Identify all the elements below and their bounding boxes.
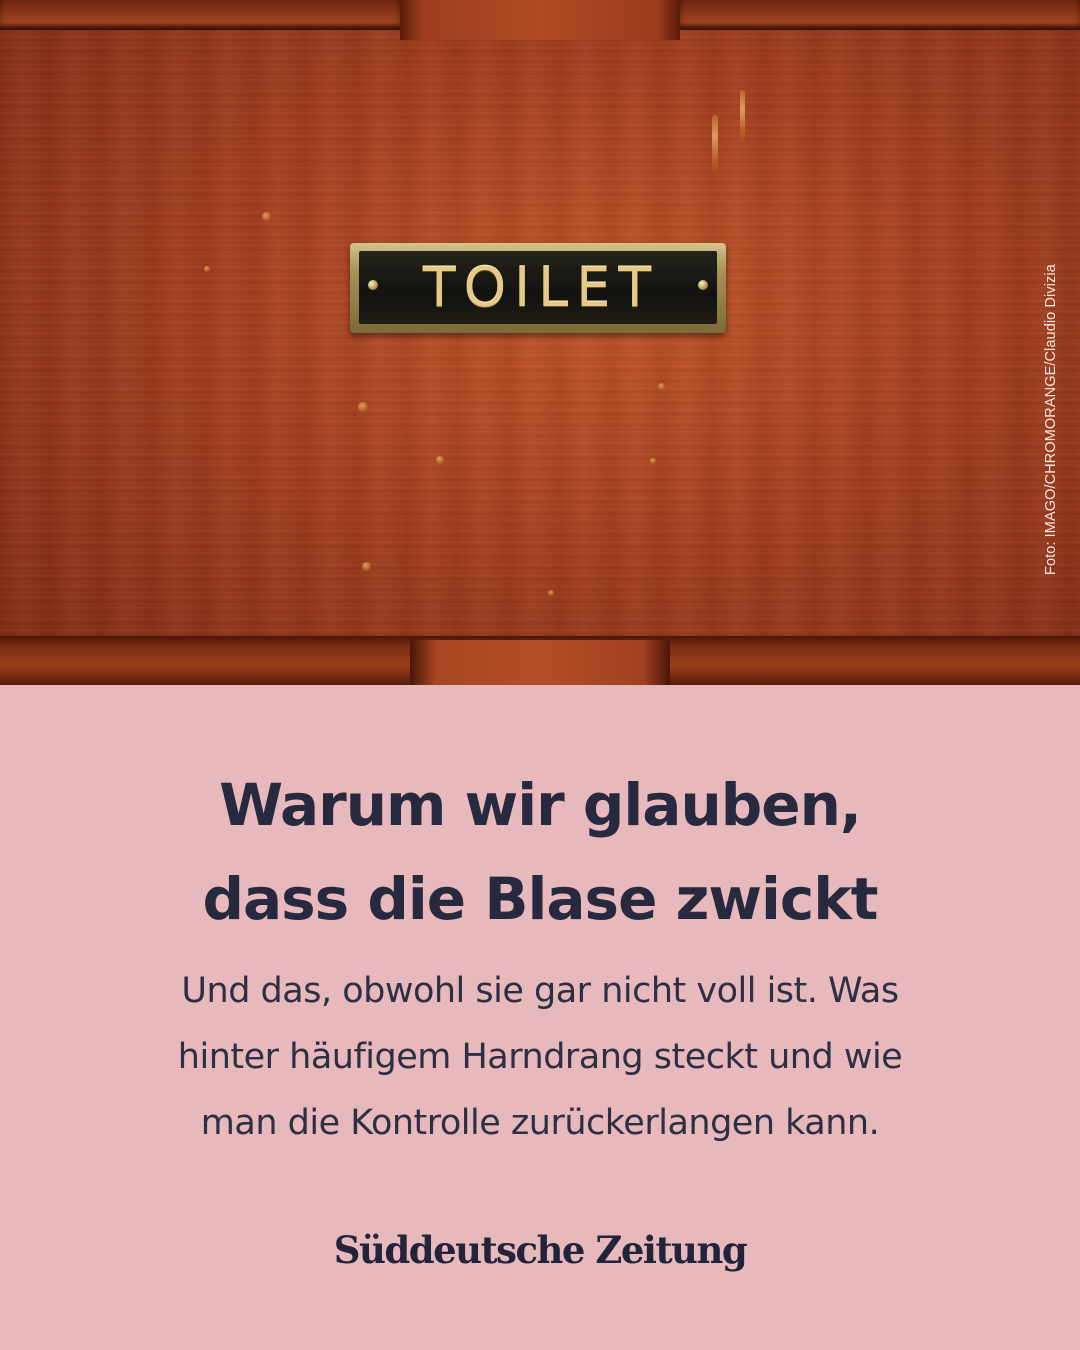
paint-spot xyxy=(204,266,210,272)
paint-spot xyxy=(262,212,271,221)
door-stile-bottom xyxy=(410,640,670,685)
door-panel-top-left xyxy=(0,0,400,30)
paint-spot xyxy=(650,458,656,464)
paint-spot xyxy=(658,383,665,390)
subheadline-line-3: man die Kontrolle zurückerlangen kann. xyxy=(200,1103,880,1143)
headline: Warum wir glauben, dass die Blase zwickt xyxy=(0,758,1080,946)
screw-left xyxy=(368,280,378,290)
sign-face: TOILET xyxy=(359,251,717,324)
door-stile-top xyxy=(400,0,680,40)
headline-line-1: Warum wir glauben, xyxy=(219,771,862,839)
paint-spot xyxy=(436,456,444,464)
paint-spot xyxy=(548,590,554,596)
brand-logo: Süddeutsche Zeitung xyxy=(333,1228,748,1272)
subheadline-line-2: hinter häufigem Harndrang steckt und wie xyxy=(177,1037,903,1077)
door-panel-top-right xyxy=(680,0,1080,30)
paint-drip xyxy=(740,90,745,145)
subheadline: Und das, obwohl sie gar nicht voll ist. … xyxy=(80,958,1000,1156)
paint-spot xyxy=(362,562,371,571)
hero-photo: TOILET Foto: IMAGO/CHROMORANGE/Claudio D… xyxy=(0,0,1080,685)
toilet-sign-plate: TOILET xyxy=(350,243,726,333)
photo-credit-text: Foto: IMAGO/CHROMORANGE/Claudio Divizia xyxy=(1043,264,1059,575)
screw-right xyxy=(698,280,708,290)
subheadline-line-1: Und das, obwohl sie gar nicht voll ist. … xyxy=(181,971,899,1011)
paint-drip xyxy=(712,115,718,175)
sign-text: TOILET xyxy=(422,256,660,319)
paint-spot xyxy=(358,402,368,412)
headline-line-2: dass die Blase zwickt xyxy=(202,865,879,933)
photo-credit: Foto: IMAGO/CHROMORANGE/Claudio Divizia xyxy=(1043,190,1067,575)
